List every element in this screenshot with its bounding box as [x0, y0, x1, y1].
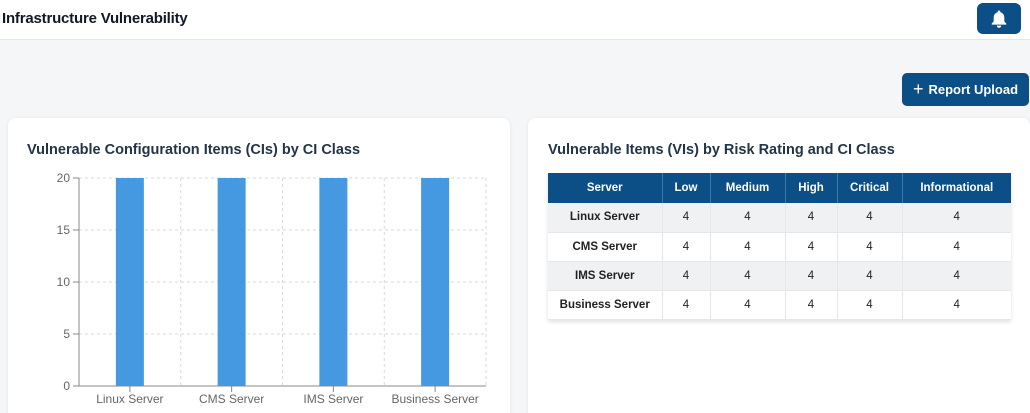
table-cell: 4 — [710, 232, 786, 262]
table-cell: 4 — [837, 290, 903, 320]
table-cell: 4 — [785, 290, 838, 320]
plus-icon: + — [912, 78, 924, 99]
x-tick-label: CMS Server — [199, 392, 264, 406]
table-row: IMS Server 4 4 4 4 4 — [548, 261, 1011, 291]
x-tick-label: IMS Server — [303, 392, 363, 406]
y-tick-label: 15 — [57, 223, 71, 237]
table-cell: 4 — [902, 261, 1011, 291]
table-cell: 4 — [662, 203, 711, 233]
notifications-button[interactable] — [977, 3, 1021, 34]
bar — [115, 178, 144, 386]
table-cell: CMS Server — [548, 232, 663, 262]
vi-table-card: Vulnerable Items (VIs) by Risk Rating an… — [528, 118, 1030, 413]
table-cell: 4 — [902, 290, 1011, 320]
bar — [217, 178, 246, 386]
table-cell: 4 — [837, 203, 903, 233]
vi-table-title: Vulnerable Items (VIs) by Risk Rating an… — [548, 142, 895, 158]
table-cell: 4 — [710, 261, 786, 291]
table-row: Linux Server 4 4 4 4 4 — [548, 203, 1011, 233]
y-tick-label: 20 — [57, 171, 71, 185]
table-cell: Linux Server — [548, 203, 663, 233]
x-tick-label: Business Server — [391, 392, 478, 406]
table-cell: Business Server — [548, 290, 663, 320]
vi-table: Server Low Medium High Critical Informat… — [548, 173, 1011, 320]
table-cell: 4 — [785, 203, 838, 233]
column-header: Critical — [837, 173, 903, 203]
table-cell: 4 — [902, 203, 1011, 233]
report-upload-button[interactable]: + Report Upload — [902, 73, 1029, 106]
bell-icon — [991, 10, 1007, 28]
table-row: CMS Server 4 4 4 4 4 — [548, 232, 1011, 262]
report-upload-label: Report Upload — [928, 82, 1019, 97]
bar — [421, 178, 450, 386]
table-row: Business Server 4 4 4 4 4 — [548, 290, 1011, 320]
table-cell: IMS Server — [548, 261, 663, 291]
table-cell: 4 — [837, 261, 903, 291]
ci-bar-chart: 0 5 10 15 20 Linux Server CMS Server IMS Server… — [57, 171, 487, 406]
table-cell: 4 — [785, 232, 838, 262]
y-tick-label: 10 — [57, 275, 71, 289]
table-cell: 4 — [710, 203, 786, 233]
y-tick-label: 0 — [63, 379, 70, 393]
bar — [319, 178, 348, 386]
table-cell: 4 — [710, 290, 786, 320]
column-header: Low — [662, 173, 711, 203]
column-header: Informational — [902, 173, 1011, 203]
table-cell: 4 — [662, 232, 711, 262]
table-cell: 4 — [902, 232, 1011, 262]
table-cell: 4 — [785, 261, 838, 291]
page-title: Infrastructure Vulnerability — [2, 10, 188, 27]
column-header: High — [785, 173, 838, 203]
column-header: Server — [548, 173, 663, 203]
table-cell: 4 — [662, 261, 711, 291]
column-header: Medium — [710, 173, 786, 203]
table-cell: 4 — [837, 232, 903, 262]
x-tick-label: Linux Server — [96, 392, 163, 406]
table-header-row: Server Low Medium High Critical Informat… — [548, 173, 1011, 203]
top-bar: Infrastructure Vulnerability — [0, 0, 1030, 40]
y-tick-label: 5 — [63, 327, 70, 341]
table-cell: 4 — [662, 290, 711, 320]
ci-chart-card: Vulnerable Configuration Items (CIs) by … — [8, 118, 510, 413]
